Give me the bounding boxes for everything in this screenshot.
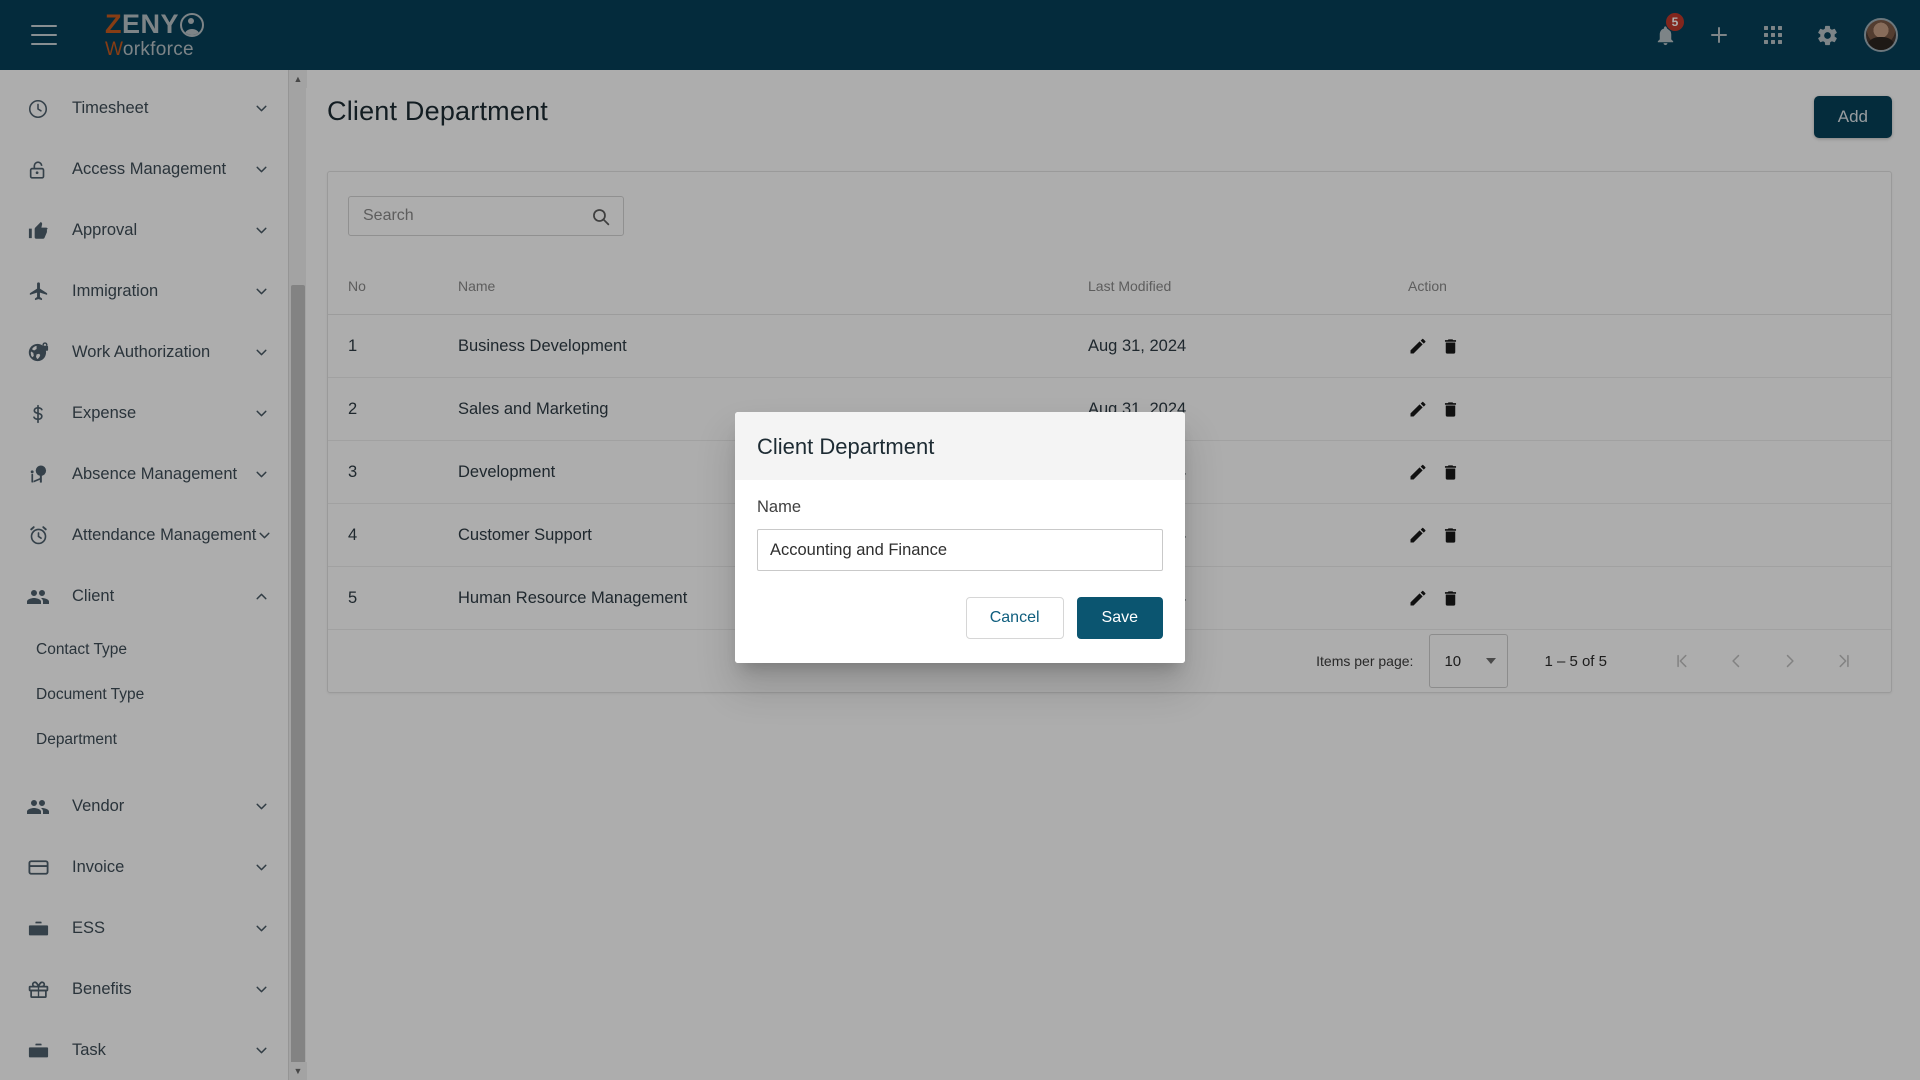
client-department-dialog: Client Department Name Cancel Save [735, 412, 1185, 663]
dialog-title: Client Department [735, 412, 1185, 480]
name-field-label: Name [757, 498, 802, 516]
name-input[interactable] [757, 529, 1163, 571]
application-root: Z ENY Workforce 5 Timesheet Access Manag… [0, 0, 1920, 1080]
save-button[interactable]: Save [1076, 597, 1163, 639]
dialog-body: Name [735, 480, 1185, 575]
cancel-button[interactable]: Cancel [965, 597, 1064, 639]
dialog-actions: Cancel Save [735, 575, 1185, 663]
